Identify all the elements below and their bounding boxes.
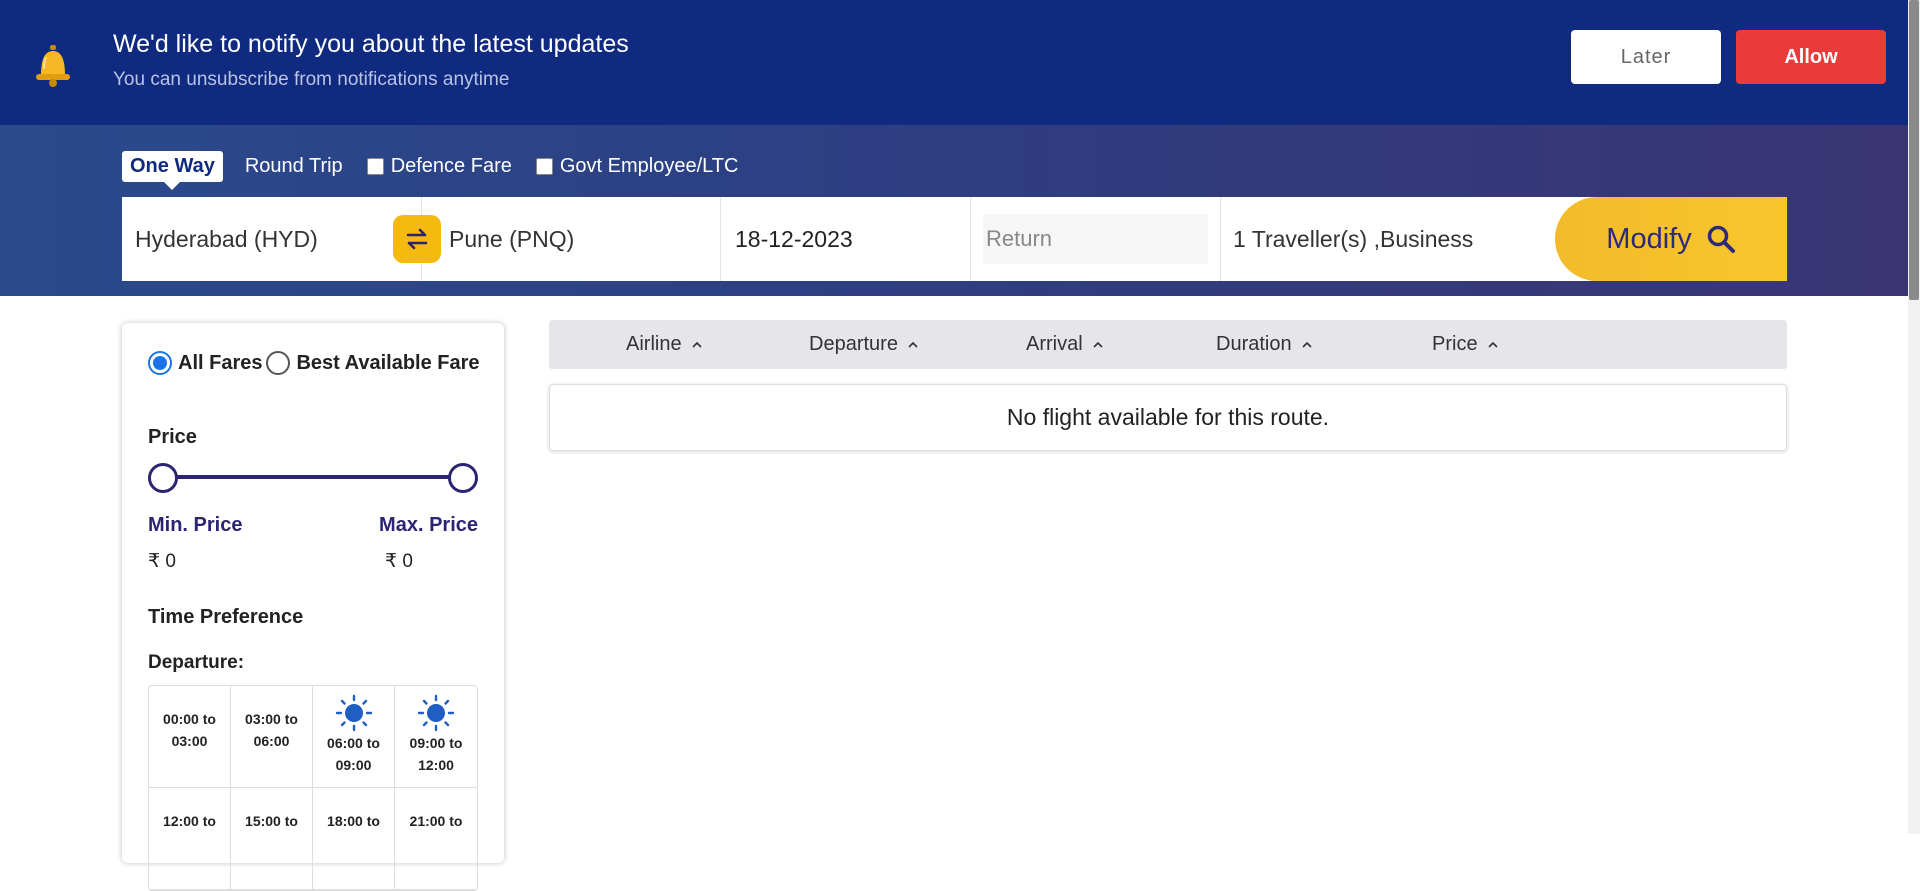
departure-time-grid: 00:00 to 03:00 03:00 to 06:00 06:00 to 0…	[148, 685, 478, 891]
allow-button[interactable]: Allow	[1736, 30, 1886, 84]
all-fares-label: All Fares	[178, 351, 263, 374]
max-price-label: Max. Price	[379, 514, 478, 536]
max-price-value: ₹ 0	[385, 551, 413, 572]
time-slot-label: 15:00 to	[245, 813, 298, 829]
defence-fare-option[interactable]: Defence Fare	[366, 154, 512, 178]
defence-fare-checkbox[interactable]	[366, 157, 384, 175]
notification-subtitle: You can unsubscribe from notifications a…	[113, 69, 510, 90]
price-slider-min-handle[interactable]	[148, 463, 178, 493]
swap-icon	[406, 228, 428, 250]
sort-duration[interactable]: Duration	[1216, 333, 1312, 356]
time-slot[interactable]: 21:00 to	[395, 788, 477, 890]
time-slot-label: 12:00 to	[163, 813, 216, 829]
tab-round-trip[interactable]: Round Trip	[245, 155, 343, 178]
time-slot-label: 09:00 to 12:00	[409, 735, 463, 773]
later-button[interactable]: Later	[1571, 30, 1721, 84]
scrollbar-thumb[interactable]	[1909, 0, 1919, 300]
govt-employee-checkbox[interactable]	[535, 157, 553, 175]
chevron-up-icon	[1488, 341, 1498, 348]
price-slider-track[interactable]	[160, 475, 465, 479]
chevron-up-icon	[1093, 341, 1103, 348]
sun-icon	[335, 694, 372, 732]
govt-employee-label: Govt Employee/LTC	[559, 154, 739, 177]
departure-date-value: 18-12-2023	[735, 225, 853, 252]
min-price-value: ₹ 0	[148, 551, 176, 572]
search-panel: One Way Round Trip Defence Fare Govt Emp…	[0, 125, 1920, 296]
trip-type-selector: One Way Round Trip Defence Fare Govt Emp…	[122, 150, 762, 190]
chevron-up-icon	[692, 341, 702, 348]
all-fares-radio[interactable]	[148, 351, 172, 375]
swap-button[interactable]	[393, 215, 441, 263]
chevron-up-icon	[908, 341, 918, 348]
sun-icon	[417, 694, 455, 732]
sort-departure-label: Departure	[809, 333, 898, 355]
travellers-value: 1 Traveller(s) ,Business	[1233, 225, 1474, 252]
best-fare-label: Best Available Fare	[296, 351, 480, 374]
modify-label: Modify	[1606, 222, 1692, 255]
departure-heading: Departure:	[148, 652, 245, 673]
time-slot-label: 21:00 to	[409, 813, 463, 829]
min-price-label: Min. Price	[148, 514, 243, 536]
results-sort-header: Airline Departure Arrival Duration Price	[549, 320, 1787, 369]
tab-one-way[interactable]: One Way	[122, 150, 223, 190]
sort-price-label: Price	[1432, 333, 1478, 355]
search-form: Hyderabad (HYD) Pune (PNQ) 18-12-2023 Re…	[122, 197, 1787, 281]
defence-fare-label: Defence Fare	[390, 154, 512, 177]
departure-date-field[interactable]: 18-12-2023	[721, 197, 971, 281]
time-slot[interactable]: 09:00 to 12:00	[395, 686, 477, 788]
time-slot[interactable]: 18:00 to	[313, 788, 395, 890]
sort-arrival-label: Arrival	[1026, 333, 1083, 355]
no-flight-message: No flight available for this route.	[549, 384, 1787, 451]
return-date-field[interactable]: Return	[971, 197, 1221, 281]
time-slot[interactable]: 00:00 to 03:00	[149, 686, 231, 788]
from-field[interactable]: Hyderabad (HYD)	[122, 197, 422, 281]
time-slot-label: 00:00 to 03:00	[163, 711, 216, 749]
sort-departure[interactable]: Departure	[809, 333, 918, 356]
sort-airline[interactable]: Airline	[626, 333, 702, 356]
govt-employee-option[interactable]: Govt Employee/LTC	[535, 154, 739, 178]
from-value: Hyderabad (HYD)	[135, 225, 318, 252]
best-fare-radio[interactable]	[266, 351, 291, 375]
sort-price[interactable]: Price	[1432, 333, 1498, 356]
modify-search-button[interactable]: Modify	[1555, 197, 1787, 281]
time-slot-label: 03:00 to 06:00	[245, 711, 298, 749]
chevron-up-icon	[1302, 341, 1312, 348]
time-slot[interactable]: 06:00 to 09:00	[313, 686, 395, 788]
time-slot[interactable]: 03:00 to 06:00	[231, 686, 313, 788]
bell-icon	[33, 43, 73, 87]
sort-airline-label: Airline	[626, 333, 682, 355]
filter-sidebar: All Fares Best Available Fare Price Min.…	[122, 323, 504, 891]
notification-bar: We'd like to notify you about the latest…	[0, 0, 1920, 125]
time-preference-heading: Time Preference	[148, 606, 304, 628]
time-slot-label: 18:00 to	[327, 813, 380, 829]
to-value: Pune (PNQ)	[449, 225, 575, 252]
fare-type-radios: All Fares Best Available Fare	[148, 351, 480, 375]
time-slot[interactable]: 12:00 to	[149, 788, 231, 890]
sort-arrival[interactable]: Arrival	[1026, 333, 1103, 356]
search-icon	[1707, 225, 1735, 253]
notification-title: We'd like to notify you about the latest…	[113, 30, 629, 58]
to-field[interactable]: Pune (PNQ)	[422, 197, 721, 281]
sort-duration-label: Duration	[1216, 333, 1292, 355]
time-slot[interactable]: 15:00 to	[231, 788, 313, 890]
travellers-field[interactable]: 1 Traveller(s) ,Business	[1221, 197, 1556, 281]
price-heading: Price	[148, 426, 197, 448]
price-slider-max-handle[interactable]	[448, 463, 478, 493]
return-date-input[interactable]: Return	[983, 214, 1208, 264]
time-slot-label: 06:00 to 09:00	[327, 735, 380, 773]
